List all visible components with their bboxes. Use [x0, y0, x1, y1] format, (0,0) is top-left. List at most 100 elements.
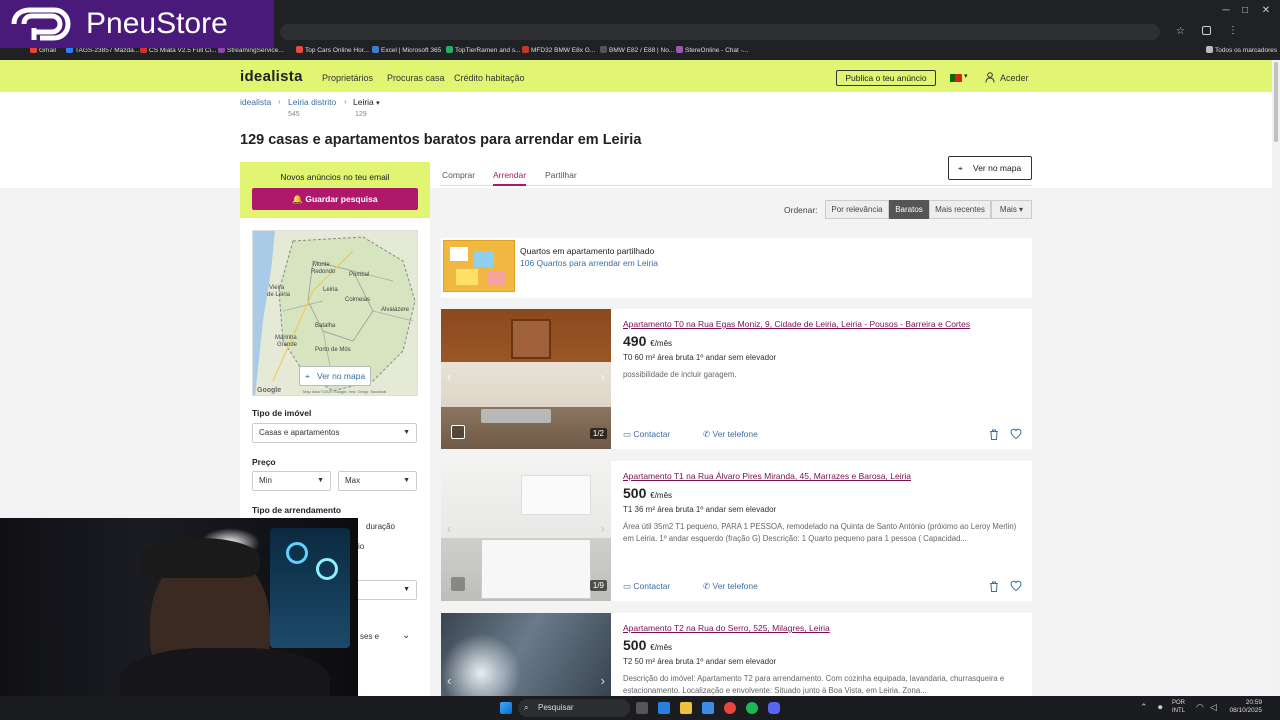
listing-photo[interactable]: ‹ › — [441, 613, 611, 696]
publish-ad-button[interactable]: Publica o teu anúncio — [836, 70, 936, 86]
bookmark-item[interactable]: TopTierRamen and s... — [446, 46, 521, 54]
listing-photo[interactable]: ‹ › 1/2 — [441, 309, 611, 449]
prev-photo-icon[interactable]: ‹ — [447, 673, 451, 688]
chevron-up-icon[interactable]: ⌃ — [1140, 702, 1148, 713]
listing-card[interactable]: ‹ › Apartamento T2 na Rua do Serro, 525,… — [441, 613, 1032, 696]
edge-icon[interactable] — [658, 702, 670, 714]
trash-icon[interactable] — [989, 581, 999, 592]
tab-arrendar[interactable]: Arrendar — [493, 170, 527, 186]
sort-cheapest[interactable]: Baratos — [889, 200, 929, 219]
listing-card[interactable]: ‹ › 1/9 Apartamento T1 na Rua Álvaro Pir… — [441, 461, 1032, 601]
menu-icon[interactable]: ⋮ — [1228, 25, 1238, 36]
wifi-icon[interactable]: ◠ — [1196, 702, 1204, 713]
bookmark-favicon — [372, 46, 379, 53]
star-icon[interactable]: ☆ — [1176, 26, 1185, 37]
chevron-down-icon: ▼ — [403, 429, 410, 436]
trash-icon[interactable] — [989, 429, 999, 440]
login-link[interactable]: Aceder — [1000, 73, 1029, 83]
breadcrumb-leiria-label: Leiria — [353, 97, 374, 107]
next-photo-icon[interactable]: › — [601, 521, 605, 536]
taskbar-search[interactable]: ⌕ Pesquisar — [518, 699, 630, 717]
close-icon[interactable]: ✕ — [1258, 3, 1274, 19]
listing-title[interactable]: Apartamento T1 na Rua Álvaro Pires Miran… — [623, 471, 911, 481]
breadcrumb-leiria-distrito[interactable]: Leiria distrito — [288, 97, 336, 107]
minimize-icon[interactable]: ─ — [1218, 3, 1234, 19]
portugal-flag-icon[interactable] — [950, 74, 962, 82]
bookmarks-folder[interactable]: Todos os marcadores — [1206, 46, 1277, 54]
google-logo: Google — [257, 387, 281, 394]
file-explorer-icon[interactable] — [680, 702, 692, 714]
map-view-button[interactable]: ⌖ Ver no mapa — [299, 366, 371, 386]
rent-type-option[interactable]: io — [358, 542, 364, 551]
phone-icon: ✆ — [703, 581, 711, 591]
bookmark-item[interactable]: BMW E82 / E88 | No... — [600, 46, 674, 54]
store-icon[interactable] — [702, 702, 714, 714]
price-min-select[interactable]: Min ▼ — [252, 471, 331, 491]
bookmark-item[interactable]: Excel | Microsoft 365 — [372, 46, 441, 54]
pneustore-mark-icon — [11, 7, 71, 41]
contact-button[interactable]: ▭ Contactar — [623, 429, 670, 440]
bookmark-item[interactable]: StereOnline - Chat -... — [676, 46, 748, 54]
language-code: POR — [1172, 700, 1186, 706]
discord-icon[interactable] — [768, 702, 780, 714]
saved-search-text: Novos anúncios no teu email — [280, 172, 390, 182]
view-on-map-button[interactable]: ⌖ Ver no mapa — [948, 156, 1032, 180]
rooms-banner[interactable]: Quartos em apartamento partilhado 106 Qu… — [441, 238, 1032, 298]
favorite-heart-icon[interactable] — [1010, 580, 1022, 592]
show-phone-button[interactable]: ✆ Ver telefone — [703, 429, 758, 440]
tab-partilhar[interactable]: Partilhar — [545, 170, 577, 180]
spotify-icon[interactable] — [746, 702, 758, 714]
breadcrumb-leiria[interactable]: Leiria ▾ — [353, 97, 380, 107]
idealista-logo[interactable]: idealista — [240, 68, 303, 85]
task-view-icon[interactable] — [636, 702, 648, 714]
chevron-down-icon[interactable]: ⌄ — [402, 630, 410, 641]
nav-procuras-casa[interactable]: Procuras casa — [387, 73, 445, 83]
property-type-select[interactable]: Casas e apartamentos ▼ — [252, 423, 417, 443]
microphone-icon[interactable]: ⏺ — [1158, 702, 1163, 713]
language-indicator[interactable]: POR INTL — [1172, 699, 1185, 715]
windows-start-icon[interactable] — [500, 702, 512, 714]
listing-title[interactable]: Apartamento T2 na Rua do Serro, 525, Mil… — [623, 623, 830, 633]
extensions-icon[interactable] — [1202, 26, 1211, 35]
sort-recent[interactable]: Mais recentes — [929, 200, 991, 219]
price-max-select[interactable]: Max ▼ — [338, 471, 417, 491]
taskbar-clock[interactable]: 20:59 08/10/2025 — [1222, 699, 1262, 715]
rooms-banner-link[interactable]: 106 Quartos para arrendar em Leiria — [520, 258, 658, 268]
filter-option[interactable]: ses e — [360, 632, 379, 641]
listing-card[interactable]: ‹ › 1/2 Apartamento T0 na Rua Egas Moniz… — [441, 309, 1032, 449]
sort-relevance[interactable]: Por relevância — [825, 200, 889, 219]
address-bar[interactable] — [280, 24, 1160, 40]
nav-credito-habitacao[interactable]: Crédito habitação — [454, 73, 525, 83]
volume-icon[interactable]: ◁ — [1210, 702, 1217, 713]
next-photo-icon[interactable]: › — [601, 673, 605, 688]
nav-proprietarios[interactable]: Proprietários — [322, 73, 373, 83]
view-on-map-label: Ver no mapa — [973, 163, 1022, 173]
next-photo-icon[interactable]: › — [601, 369, 605, 384]
listing-title[interactable]: Apartamento T0 na Rua Egas Moniz, 9, Cid… — [623, 319, 970, 329]
rent-type-option[interactable]: duração — [366, 522, 395, 531]
bookmark-item[interactable]: Top Cars Online Hor... — [296, 46, 369, 54]
prev-photo-icon[interactable]: ‹ — [447, 369, 451, 384]
chrome-icon[interactable] — [724, 702, 736, 714]
tab-comprar[interactable]: Comprar — [442, 170, 475, 180]
bookmark-item[interactable]: MFD32 BMW E8x G... — [522, 46, 595, 54]
save-search-button[interactable]: 🔔 Guardar pesquisa — [252, 188, 418, 210]
maximize-icon[interactable]: □ — [1237, 3, 1253, 19]
location-pin-icon: ⌖ — [958, 163, 963, 173]
contact-button[interactable]: ▭ Contactar — [623, 581, 670, 592]
chevron-down-icon[interactable]: ▾ — [964, 72, 968, 80]
bookmark-favicon — [296, 46, 303, 53]
map-label: Colmeias — [345, 297, 370, 303]
favorite-heart-icon[interactable] — [1010, 428, 1022, 440]
breadcrumb-count: 545 — [288, 111, 300, 118]
sort-more[interactable]: Mais ▾ — [991, 200, 1032, 219]
listing-photo[interactable]: ‹ › 1/9 — [441, 461, 611, 601]
user-icon[interactable] — [985, 72, 995, 83]
map-pin-icon[interactable] — [451, 425, 465, 439]
show-phone-button[interactable]: ✆ Ver telefone — [703, 581, 758, 592]
map-pin-icon[interactable] — [451, 577, 465, 591]
scrollbar-thumb[interactable] — [1274, 62, 1278, 142]
prev-photo-icon[interactable]: ‹ — [447, 521, 451, 536]
page-scrollbar[interactable] — [1272, 60, 1280, 696]
breadcrumb-idealista[interactable]: idealista — [240, 97, 271, 107]
